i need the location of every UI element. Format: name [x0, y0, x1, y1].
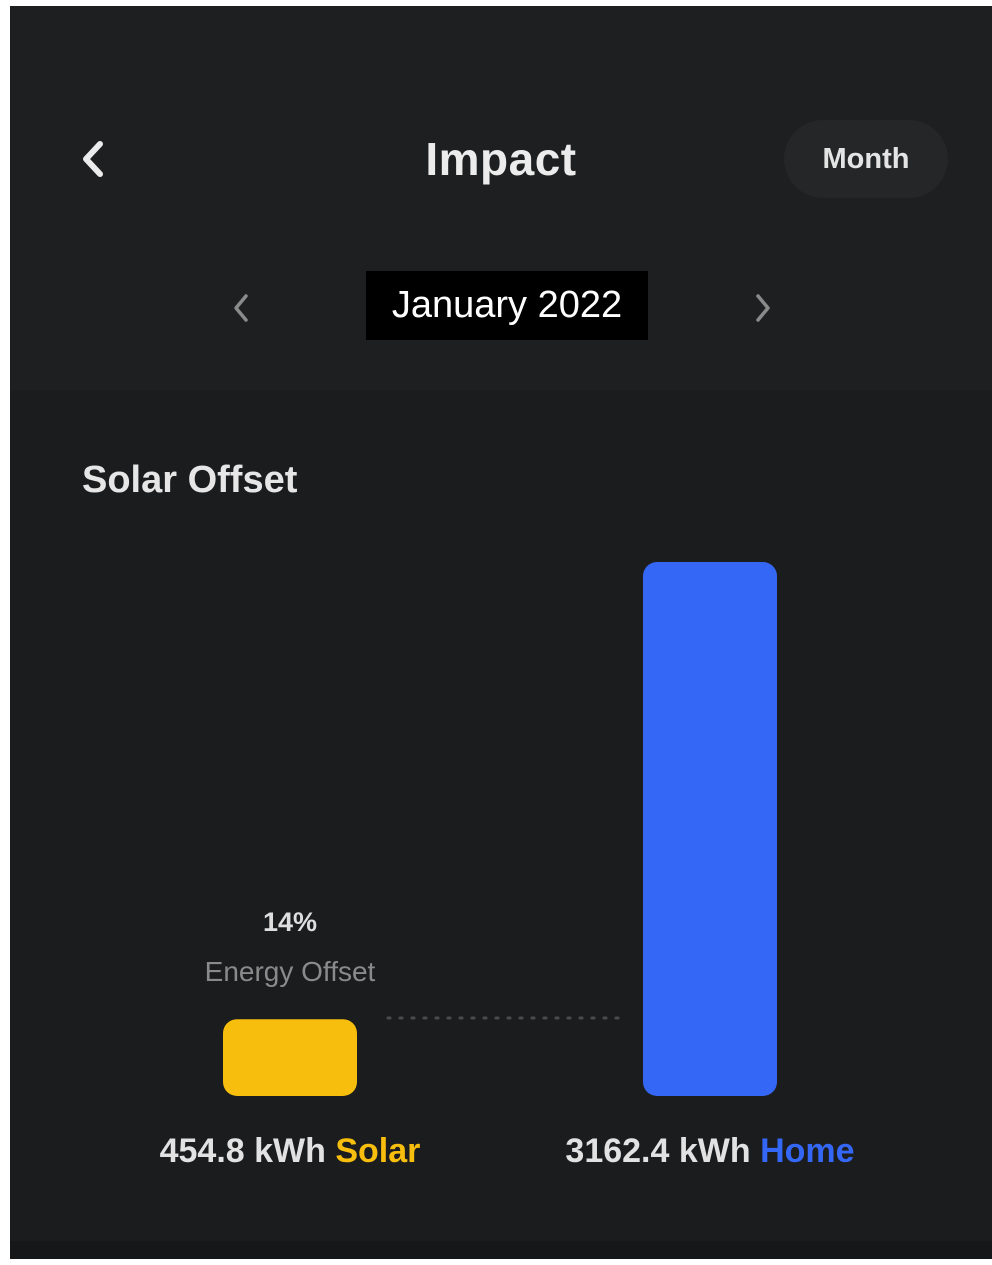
home-label: Home — [760, 1132, 855, 1170]
solar-offset-card: Solar Offset 14% Energy Offset 454.8 kWh… — [10, 390, 992, 1241]
period-selector-button[interactable]: Month — [784, 120, 948, 198]
previous-period-button[interactable] — [226, 288, 256, 328]
home-value: 3162.4 kWh — [565, 1132, 751, 1170]
footer-strip — [10, 1241, 992, 1259]
chevron-left-icon — [234, 294, 248, 322]
bar-home — [643, 562, 777, 1096]
chevron-right-icon — [756, 294, 770, 322]
solar-offset-chart — [223, 562, 777, 1096]
impact-screen: Impact Month January 2022 Solar Offset 1… — [10, 6, 992, 1259]
solar-value: 454.8 kWh — [159, 1132, 326, 1170]
bar-solar — [223, 1019, 357, 1096]
home-caption: 3162.4 kWh Home — [530, 1132, 890, 1171]
next-period-button[interactable] — [748, 288, 778, 328]
energy-offset-percent: 14% — [262, 907, 318, 937]
current-period-label: January 2022 — [366, 271, 648, 340]
solar-label: Solar — [335, 1132, 421, 1170]
header: Impact Month January 2022 — [10, 6, 992, 390]
energy-offset-label: Energy Offset — [204, 956, 376, 987]
solar-caption: 454.8 kWh Solar — [130, 1132, 450, 1171]
